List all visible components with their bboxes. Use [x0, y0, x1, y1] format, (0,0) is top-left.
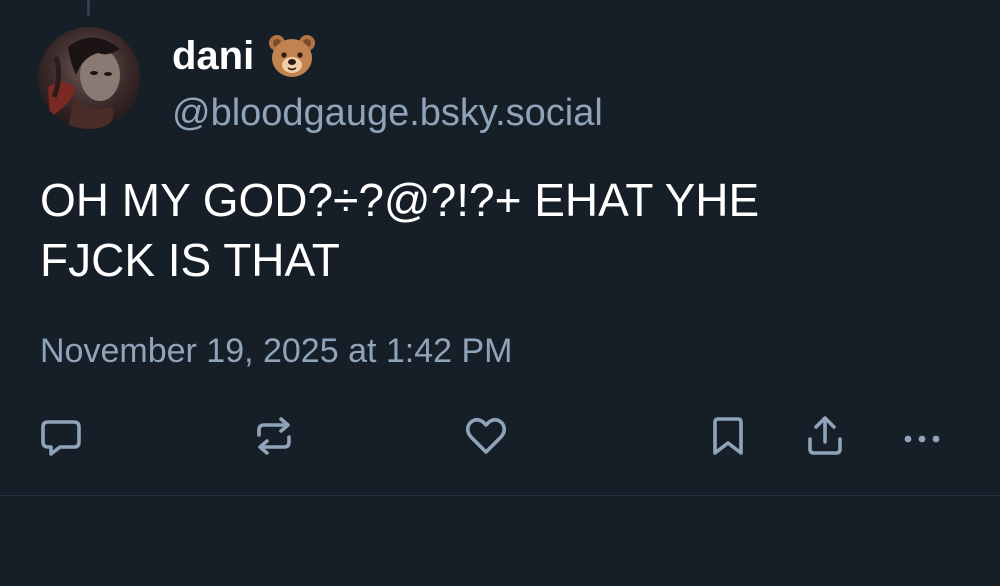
- thread-line: [87, 0, 90, 16]
- ellipsis-icon: [904, 435, 940, 443]
- bookmark-icon: [713, 417, 743, 455]
- share-button[interactable]: [797, 408, 853, 464]
- display-name[interactable]: dani: [172, 30, 254, 82]
- heart-icon: [465, 417, 507, 454]
- share-upload-icon: [808, 416, 842, 455]
- repost-button[interactable]: [246, 408, 302, 464]
- avatar[interactable]: [38, 27, 140, 129]
- reply-button[interactable]: [33, 408, 89, 464]
- action-bar: [0, 408, 1000, 464]
- more-options-button[interactable]: [894, 408, 950, 464]
- bear-face-emoji-icon: [269, 35, 316, 77]
- repost-arrows-icon: [257, 417, 291, 455]
- post-detail: dani @bloodgauge.bsky.social OH MY GOD?÷…: [0, 0, 1000, 586]
- like-button[interactable]: [458, 408, 514, 464]
- profile-photo-icon: [38, 27, 140, 129]
- post-text: OH MY GOD?÷?@?!?+ EHAT YHE FJCK IS THAT: [40, 174, 760, 286]
- divider: [0, 495, 1000, 496]
- author-handle[interactable]: @bloodgauge.bsky.social: [172, 88, 603, 138]
- speech-bubble-icon: [41, 420, 81, 456]
- bookmark-button[interactable]: [700, 408, 756, 464]
- display-name-row[interactable]: dani: [172, 30, 316, 82]
- post-timestamp: November 19, 2025 at 1:42 PM: [40, 332, 513, 370]
